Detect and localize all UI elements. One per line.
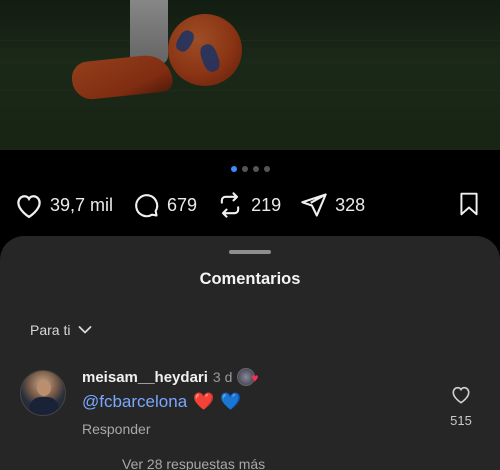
post-media[interactable]: [0, 0, 500, 150]
comment-button[interactable]: 679: [131, 191, 197, 219]
carousel-dot: [252, 166, 259, 172]
filter-label: Para ti: [30, 322, 71, 338]
heart-icon: ♥: [251, 371, 259, 385]
comment-like: 515: [446, 384, 476, 428]
avatar-body: [29, 397, 59, 415]
like-button[interactable]: 39,7 mil: [14, 191, 113, 219]
reply-button[interactable]: Responder: [82, 421, 151, 437]
post-action-bar: 39,7 mil 679 219 328: [14, 188, 486, 222]
send-icon: [301, 193, 327, 217]
author-liked-badge: ♥: [237, 368, 263, 386]
carousel-dot-active: [230, 166, 237, 172]
avatar-head: [37, 380, 51, 396]
share-count: 328: [335, 194, 366, 215]
red-heart-emoji: ❤️: [193, 392, 215, 411]
comment-count: 679: [167, 194, 198, 215]
carousel-indicator: [0, 166, 500, 172]
repost-icon: [220, 192, 240, 218]
avatar[interactable]: [20, 370, 66, 416]
heart-icon[interactable]: [450, 384, 472, 404]
comment-filter-dropdown[interactable]: Para ti: [30, 322, 92, 338]
media-shade: [0, 0, 500, 150]
comment-item: meisam__heydari 3 d ♥ @fcbarcelona ❤️ 💙 …: [20, 368, 480, 450]
comment-header: meisam__heydari 3 d ♥: [82, 368, 263, 386]
share-button[interactable]: 328: [299, 191, 365, 219]
save-button[interactable]: [456, 190, 482, 223]
drag-handle[interactable]: [229, 250, 271, 254]
carousel-dot: [263, 166, 270, 172]
mention-link[interactable]: @fcbarcelona: [82, 392, 187, 412]
heart-icon: [17, 195, 41, 219]
view-more-replies[interactable]: Ver 28 respuestas más: [122, 456, 265, 470]
comment-time: 3 d: [212, 369, 233, 385]
comment-bubble-icon: [135, 194, 159, 218]
repost-button[interactable]: 219: [215, 191, 281, 219]
comment-username[interactable]: meisam__heydari: [82, 369, 208, 386]
comment-text: @fcbarcelona ❤️ 💙: [82, 392, 242, 412]
sheet-title: Comentarios: [199, 270, 301, 288]
carousel-dot: [241, 166, 248, 172]
blue-heart-emoji: 💙: [220, 392, 242, 411]
bookmark-icon: [460, 192, 478, 216]
comments-sheet: Comentarios Para ti meisam__heydari 3 d …: [0, 236, 500, 470]
like-count: 39,7 mil: [50, 194, 114, 215]
chevron-down-icon: [79, 326, 92, 334]
repost-count: 219: [251, 194, 282, 215]
comment-like-count: 515: [450, 413, 472, 428]
